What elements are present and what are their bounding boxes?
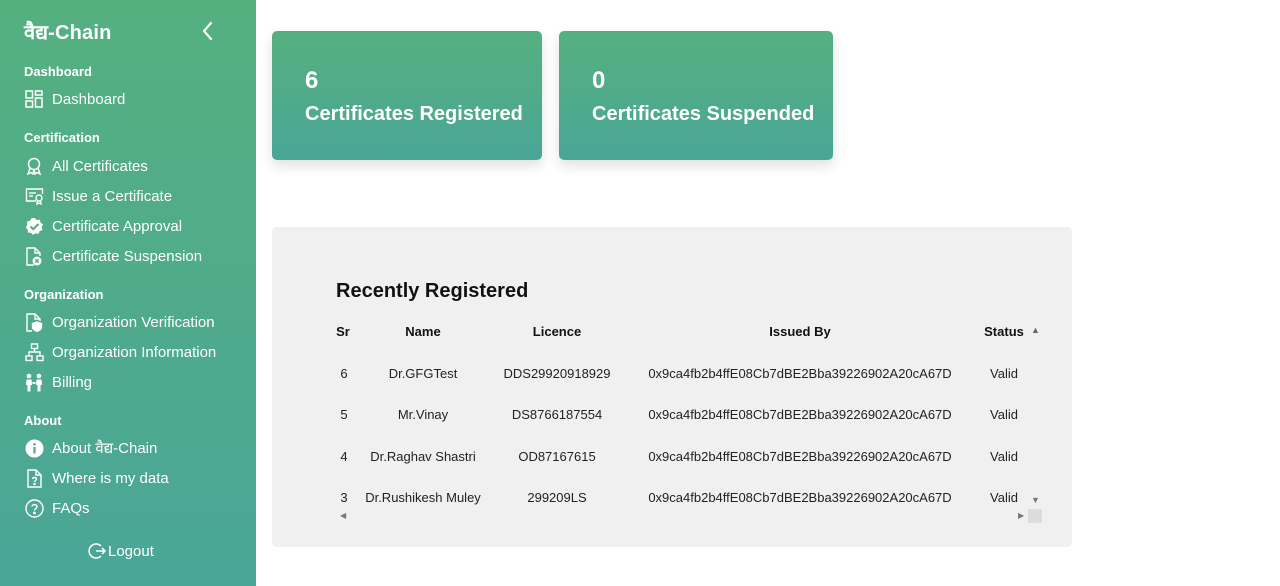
- award-icon: [24, 156, 44, 176]
- column-header-issued-by[interactable]: Issued By: [769, 324, 830, 339]
- logout-icon: [88, 541, 108, 561]
- badge-check-icon: [24, 216, 44, 236]
- file-shield-icon: [24, 312, 44, 332]
- sidebar-item-issue-certificate[interactable]: Issue a Certificate: [24, 184, 172, 208]
- table-cell-licence: DDS29920918929: [503, 366, 611, 381]
- table-cell-name: Dr.Raghav Shastri: [370, 449, 476, 464]
- sidebar-item-certificate-approval[interactable]: Certificate Approval: [24, 214, 182, 238]
- registered-count: 6: [305, 67, 319, 94]
- people-icon: [24, 372, 44, 392]
- table-cell-sr: 4: [340, 449, 348, 464]
- section-title-dashboard: Dashboard: [24, 64, 92, 79]
- sidebar-item-label: Dashboard: [52, 90, 126, 108]
- table-cell-name: Dr.GFGTest: [388, 366, 458, 381]
- file-x-icon: [24, 246, 44, 266]
- sidebar-item-label: Issue a Certificate: [52, 187, 173, 205]
- table-cell-issued-by: 0x9ca4fb2b4ffE08Cb7dBE2Bba39226902A20cA6…: [648, 449, 952, 464]
- table-cell-issued-by: 0x9ca4fb2b4ffE08Cb7dBE2Bba39226902A20cA6…: [648, 366, 952, 381]
- sidebar-item-about-chain[interactable]: About वैद्य-Chain: [24, 436, 157, 460]
- sidebar-item-label: Certificate Suspension: [52, 247, 203, 265]
- sidebar: वैद्य-Chain Dashboard Dashboard Certific…: [0, 0, 256, 586]
- table-cell-status: Valid: [990, 490, 1018, 505]
- sidebar-item-all-certificates[interactable]: All Certificates: [24, 154, 148, 178]
- column-header-sr[interactable]: Sr: [336, 324, 350, 339]
- table-cell-licence: OD87167615: [518, 449, 596, 464]
- sidebar-item-label: Certificate Approval: [52, 217, 183, 235]
- info-icon: [24, 438, 44, 458]
- suspended-label: Certificates Suspended: [592, 103, 815, 125]
- scrollbar-corner: [1028, 509, 1042, 523]
- column-header-status[interactable]: Status: [984, 324, 1024, 339]
- table-cell-status: Valid: [990, 449, 1018, 464]
- sidebar-item-label: Where is my data: [52, 469, 169, 487]
- sidebar-item-organization-verification[interactable]: Organization Verification: [24, 310, 215, 334]
- question-circle-icon: [24, 498, 44, 518]
- table-cell-sr: 6: [340, 366, 348, 381]
- table-cell-sr: 3: [340, 490, 348, 505]
- sidebar-item-dashboard[interactable]: Dashboard: [24, 87, 125, 111]
- panel-title: Recently Registered: [336, 280, 529, 302]
- sort-up-icon[interactable]: ▲: [1031, 325, 1040, 335]
- sidebar-item-label: All Certificates: [52, 157, 148, 175]
- sidebar-item-label: Organization Verification: [52, 313, 215, 331]
- sidebar-item-label: Organization Information: [52, 343, 217, 361]
- sidebar-item-label: About वैद्य-Chain: [52, 440, 158, 457]
- stat-card-registered: 6 Certificates Registered: [272, 31, 542, 160]
- registered-label: Certificates Registered: [305, 103, 523, 125]
- table-cell-licence: 299209LS: [527, 490, 587, 505]
- org-chart-icon: [24, 342, 44, 362]
- file-question-icon: [24, 468, 44, 488]
- chevron-left-icon[interactable]: [198, 20, 218, 42]
- table-cell-status: Valid: [990, 366, 1018, 381]
- sidebar-item-certificate-suspension[interactable]: Certificate Suspension: [24, 244, 202, 268]
- app-brand[interactable]: वैद्य-Chain: [24, 18, 112, 45]
- sidebar-item-billing[interactable]: Billing: [24, 370, 92, 394]
- sidebar-item-label: FAQs: [52, 499, 90, 517]
- sidebar-item-organization-information[interactable]: Organization Information: [24, 340, 216, 364]
- grid-icon: [24, 89, 44, 109]
- table-cell-status: Valid: [990, 407, 1018, 422]
- certificate-icon: [24, 186, 44, 206]
- logout-label: Logout: [108, 542, 154, 560]
- column-header-licence[interactable]: Licence: [533, 324, 581, 339]
- sidebar-item-label: Billing: [52, 373, 93, 391]
- scroll-left-arrow-icon[interactable]: ◀: [340, 511, 346, 520]
- scroll-right-arrow-icon[interactable]: ▶: [1018, 511, 1024, 520]
- suspended-count: 0: [592, 67, 606, 94]
- table-cell-name: Dr.Rushikesh Muley: [365, 490, 481, 505]
- section-title-certification: Certification: [24, 130, 100, 145]
- section-title-about: About: [24, 413, 62, 428]
- table-cell-issued-by: 0x9ca4fb2b4ffE08Cb7dBE2Bba39226902A20cA6…: [648, 407, 952, 422]
- table-cell-name: Mr.Vinay: [397, 407, 449, 422]
- sidebar-item-where-data[interactable]: Where is my data: [24, 466, 169, 490]
- logout-button[interactable]: Logout: [88, 541, 154, 561]
- stat-card-suspended: 0 Certificates Suspended: [559, 31, 833, 160]
- table-cell-issued-by: 0x9ca4fb2b4ffE08Cb7dBE2Bba39226902A20cA6…: [648, 490, 952, 505]
- sidebar-item-faqs[interactable]: FAQs: [24, 496, 90, 520]
- scroll-down-arrow-icon[interactable]: ▼: [1031, 495, 1040, 505]
- table-cell-sr: 5: [340, 407, 348, 422]
- section-title-organization: Organization: [24, 287, 104, 302]
- table-cell-licence: DS8766187554: [511, 407, 603, 422]
- recently-registered-panel: Recently Registered Sr Name Licence Issu…: [272, 227, 1072, 547]
- column-header-name[interactable]: Name: [405, 324, 440, 339]
